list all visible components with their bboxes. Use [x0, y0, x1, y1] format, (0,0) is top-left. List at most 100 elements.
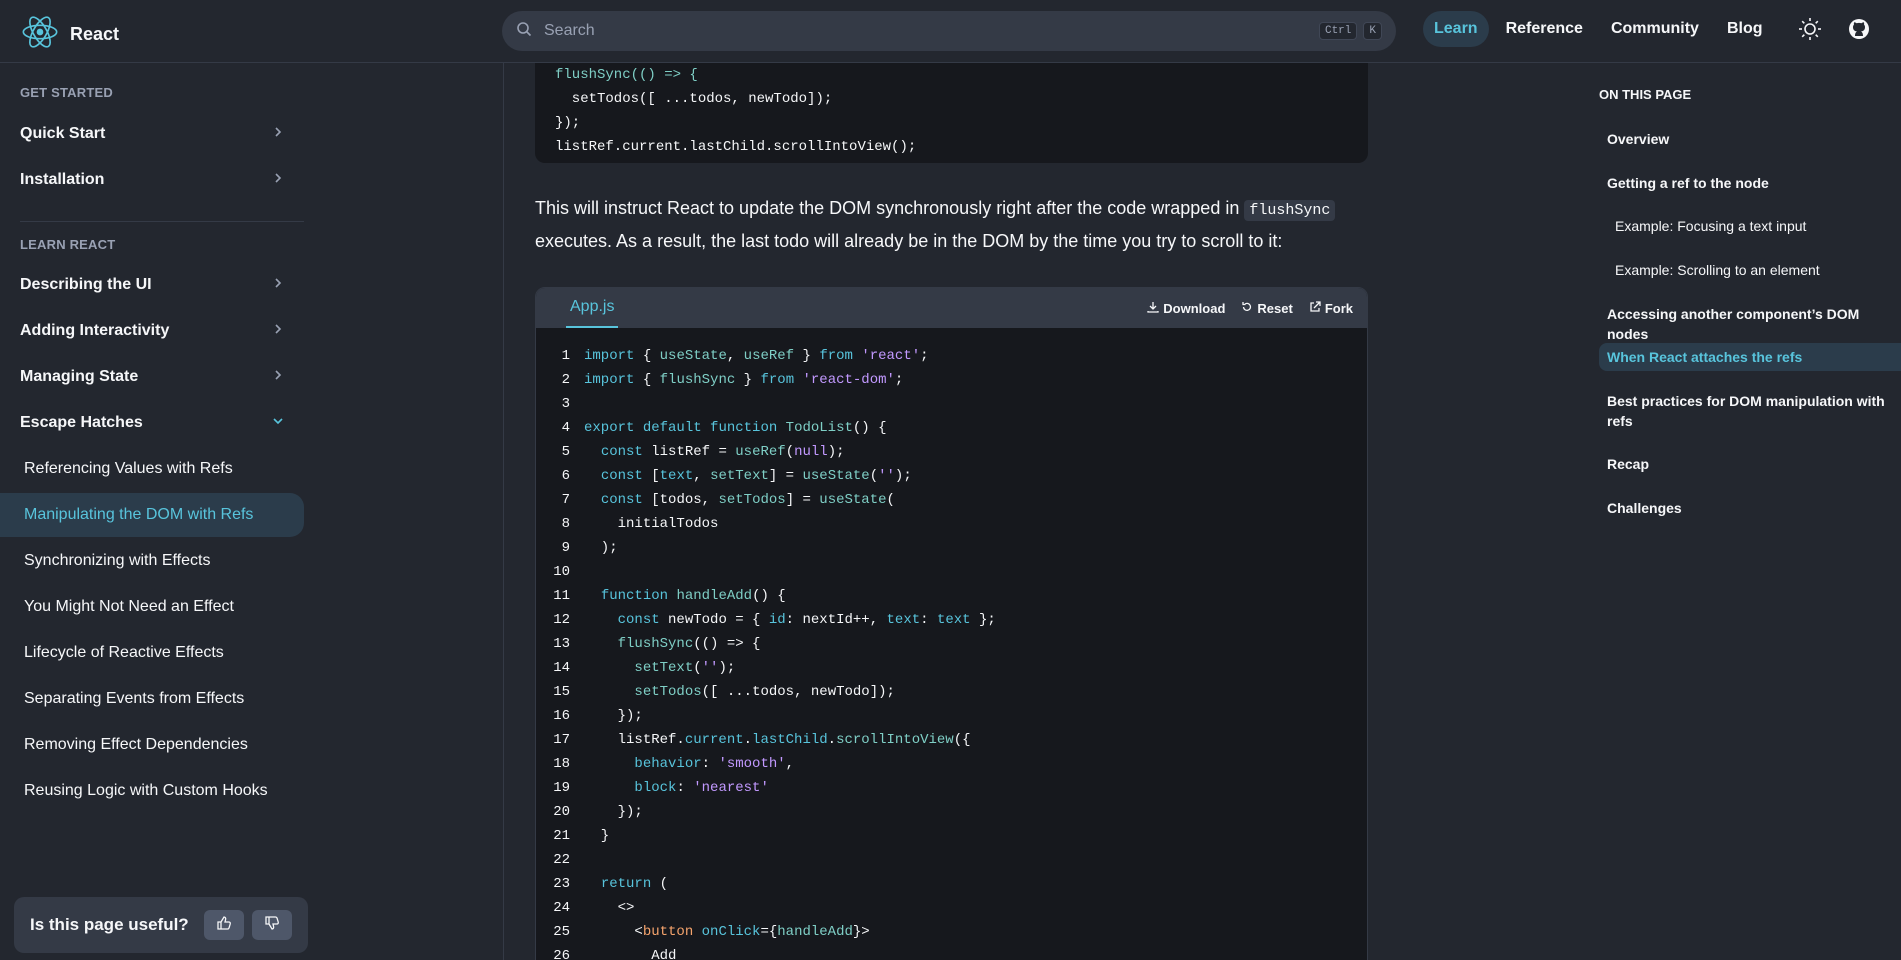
sidebar-item-describing-the-ui[interactable]: Describing the UI [0, 263, 304, 307]
line-number: 13 [553, 636, 570, 652]
sidebar-item-synchronizing-effects[interactable]: Synchronizing with Effects [0, 539, 304, 583]
line-number: 16 [553, 708, 570, 724]
code-line: 20 }); [536, 800, 1367, 824]
code-text: setText(''); [634, 660, 736, 676]
toc-item-challenges[interactable]: Challenges [1599, 494, 1901, 522]
code-text: setTodos([ ...todos, newTodo]); [634, 684, 895, 700]
sidebar-item-removing-dependencies[interactable]: Removing Effect Dependencies [0, 723, 304, 767]
search-placeholder: Search [544, 22, 595, 39]
thumbs-up-icon [216, 915, 232, 936]
search-bar[interactable]: Search Ctrl K [502, 11, 1396, 51]
nav-reference[interactable]: Reference [1495, 11, 1594, 47]
thumbs-down-button[interactable] [252, 910, 292, 940]
theme-toggle-button[interactable] [1796, 17, 1824, 45]
code-text: const [todos, setTodos] = useState( [600, 492, 895, 508]
toc-item-best-practices[interactable]: Best practices for DOM manipulation with… [1599, 387, 1901, 435]
reset-icon [1241, 301, 1253, 316]
code-text: const [text, setText] = useState(''); [600, 468, 912, 484]
search-icon [516, 21, 532, 42]
thumbs-down-icon [264, 915, 280, 936]
toc-item-when-attaches[interactable]: When React attaches the refs [1599, 343, 1901, 371]
sidebar-item-might-not-need-effect[interactable]: You Might Not Need an Effect [0, 585, 304, 629]
toc-item-accessing-dom-nodes[interactable]: Accessing another component’s DOM nodes [1599, 300, 1901, 348]
chevron-right-icon [272, 368, 284, 386]
inline-code: flushSync [1244, 200, 1336, 221]
toc-item-overview[interactable]: Overview [1599, 125, 1901, 153]
chevron-right-icon [272, 125, 284, 143]
toc-item-recap[interactable]: Recap [1599, 450, 1901, 478]
line-number: 11 [553, 588, 570, 604]
code-line: 17 listRef.current.lastChild.scrollIntoV… [536, 728, 1367, 752]
sidebar-item-lifecycle-effects[interactable]: Lifecycle of Reactive Effects [0, 631, 304, 675]
github-link[interactable] [1845, 17, 1873, 45]
home-link[interactable]: React [20, 12, 119, 57]
chevron-right-icon [272, 171, 284, 189]
main-nav: Learn Reference Community Blog [1423, 11, 1774, 47]
code-line: 6 const [text, setText] = useState(''); [536, 464, 1367, 488]
sidebar-item-managing-state[interactable]: Managing State [0, 355, 304, 399]
reset-button[interactable]: Reset [1241, 300, 1293, 316]
theme-toggle-icon [1798, 17, 1822, 46]
sidebar-item-custom-hooks[interactable]: Reusing Logic with Custom Hooks [0, 769, 304, 813]
code-text: import { flushSync } from 'react-dom'; [584, 372, 904, 388]
code-line: 3 [536, 392, 1367, 416]
sidebar-item-label: Adding Interactivity [20, 322, 170, 339]
code-text: export default function TodoList() { [584, 420, 887, 436]
code-line: 12 const newTodo = { id: nextId++, text:… [536, 608, 1367, 632]
chevron-down-icon [272, 414, 284, 432]
code-text: } [584, 828, 610, 844]
sidebar-item-label: Escape Hatches [20, 414, 143, 431]
sidebar-item-manipulating-dom[interactable]: Manipulating the DOM with Refs [0, 493, 304, 537]
explanation-paragraph: This will instruct React to update the D… [535, 193, 1375, 257]
sidebar-item-referencing-values[interactable]: Referencing Values with Refs [0, 447, 304, 491]
line-number: 14 [553, 660, 570, 676]
line-number: 8 [561, 516, 570, 532]
toc-item-getting-ref[interactable]: Getting a ref to the node [1599, 169, 1901, 197]
code-line: }); [555, 115, 581, 131]
toc-item-scrolling-element[interactable]: Example: Scrolling to an element [1599, 256, 1901, 284]
code-text: ); [584, 540, 618, 556]
toc-item-focusing-input[interactable]: Example: Focusing a text input [1599, 212, 1901, 240]
nav-learn[interactable]: Learn [1423, 11, 1489, 47]
code-line: 5 const listRef = useRef(null); [536, 440, 1367, 464]
shortcut-k-key: K [1363, 22, 1382, 40]
fork-button[interactable]: Fork [1309, 301, 1353, 316]
line-number: 10 [553, 564, 570, 580]
code-line: 8 initialTodos [536, 512, 1367, 536]
line-number: 21 [553, 828, 570, 844]
code-text: behavior: 'smooth', [634, 756, 795, 772]
sidebar-item-escape-hatches[interactable]: Escape Hatches [0, 401, 304, 445]
thumbs-up-button[interactable] [204, 910, 244, 940]
code-line: 26 Add [536, 944, 1367, 960]
code-line: listRef.current.lastChild.scrollIntoView… [555, 139, 917, 155]
code-line: 2 import { flushSync } from 'react-dom'; [536, 368, 1367, 392]
code-line: 9 ); [536, 536, 1367, 560]
line-number: 15 [553, 684, 570, 700]
code-text: <button onClick={handleAdd}> [584, 924, 870, 940]
line-number: 20 [553, 804, 570, 820]
line-number: 7 [561, 492, 570, 508]
sidebar-item-adding-interactivity[interactable]: Adding Interactivity [0, 309, 304, 353]
sidebar-item-separating-events[interactable]: Separating Events from Effects [0, 677, 304, 721]
code-line: 22 [536, 848, 1367, 872]
code-text: const listRef = useRef(null); [600, 444, 845, 460]
line-number: 9 [561, 540, 570, 556]
top-navigation-bar: React Search Ctrl K Learn Reference Comm… [0, 0, 1901, 63]
nav-blog[interactable]: Blog [1716, 11, 1774, 47]
sidebar-item-quick-start[interactable]: Quick Start [0, 112, 304, 156]
code-text: Add [651, 948, 677, 960]
sidebar-item-installation[interactable]: Installation [0, 158, 304, 202]
github-icon [1847, 17, 1871, 46]
code-text: import { useState, useRef } from 'react'… [584, 348, 929, 364]
line-number: 12 [553, 612, 570, 628]
line-number: 1 [561, 348, 570, 364]
code-text: function handleAdd() { [600, 588, 786, 604]
reset-label: Reset [1257, 300, 1293, 316]
nav-community[interactable]: Community [1600, 11, 1710, 47]
sidebar-divider [20, 221, 304, 222]
code-line: 10 [536, 560, 1367, 584]
code-editor[interactable]: 1 import { useState, useRef } from 'react… [536, 328, 1367, 960]
tab-app-js[interactable]: App.js [566, 288, 619, 328]
download-button[interactable]: Download [1147, 301, 1225, 316]
code-text: initialTodos [617, 516, 719, 532]
